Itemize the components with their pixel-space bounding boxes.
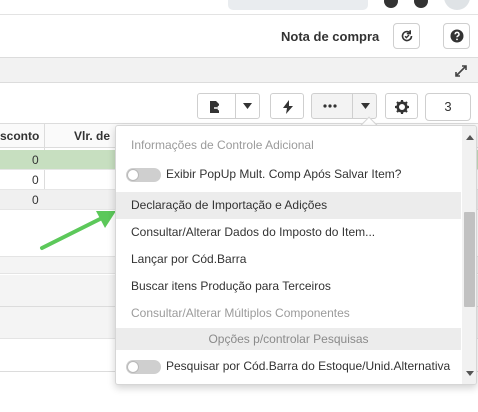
annotation-arrow-icon	[40, 211, 116, 250]
menu-item-label: Pesquisar por Cód.Barra do Estoque/Unid.…	[166, 359, 451, 373]
notification-icon[interactable]	[414, 0, 428, 8]
top-bar	[0, 0, 478, 14]
panel-strip	[0, 58, 478, 83]
help-circle-icon[interactable]	[384, 0, 398, 8]
menu-item-producao-terceiros[interactable]: Buscar itens Produção para Terceiros	[116, 273, 461, 300]
quantity-field[interactable]: 3	[425, 93, 471, 121]
cell-desconto: 0	[32, 193, 39, 207]
export-split-button[interactable]	[197, 93, 260, 119]
help-button[interactable]	[443, 23, 470, 49]
menu-item-lancar-cod-barra[interactable]: Lançar por Cód.Barra	[116, 246, 461, 273]
toggle-switch[interactable]	[126, 168, 161, 182]
more-actions-split-button[interactable]	[311, 93, 377, 119]
column-header-desconto[interactable]: sconto	[0, 129, 39, 143]
split-divider	[352, 94, 353, 118]
help-icon	[450, 29, 464, 43]
menu-item-popup-mult-comp[interactable]: Exibir PopUp Mult. Comp Após Salvar Item…	[116, 161, 461, 188]
menu-item-controle-adicional: Informações de Controle Adicional	[131, 138, 314, 152]
menu-item-dados-imposto[interactable]: Consultar/Alterar Dados do Imposto do It…	[116, 219, 461, 246]
refresh-icon	[401, 30, 413, 42]
menu-item-declaracao-importacao[interactable]: Declaração de Importação e Adições	[116, 192, 461, 219]
scroll-down-icon[interactable]	[466, 371, 474, 376]
more-actions-menu: Informações de Controle Adicional Exibir…	[115, 125, 477, 385]
menu-item-multiplos-componentes: Consultar/Alterar Múltiplos Componentes	[131, 306, 350, 320]
menu-item-label: Exibir PopUp Mult. Comp Após Salvar Item…	[166, 167, 402, 181]
menu-scrollbar[interactable]	[462, 126, 476, 384]
page-header: Nota de compra	[0, 14, 478, 58]
expand-icon[interactable]	[454, 64, 468, 78]
settings-button[interactable]	[385, 93, 418, 119]
ellipsis-icon	[323, 104, 337, 108]
cell-desconto: 0	[32, 173, 39, 187]
quick-action-button[interactable]	[270, 93, 304, 119]
page-title: Nota de compra	[281, 29, 380, 44]
scrollbar-thumb[interactable]	[464, 212, 475, 307]
lightning-icon	[283, 100, 293, 114]
export-file-icon	[210, 101, 221, 113]
column-header-vlr[interactable]: Vlr. de	[74, 129, 110, 143]
chevron-down-icon[interactable]	[243, 103, 252, 109]
chevron-down-icon[interactable]	[361, 103, 370, 109]
refresh-button[interactable]	[393, 23, 420, 49]
global-search[interactable]	[228, 0, 368, 10]
cell-desconto: 0	[32, 153, 39, 167]
toggle-switch[interactable]	[126, 360, 161, 374]
gear-icon	[395, 100, 409, 114]
grid-toolbar: 3	[0, 83, 478, 123]
avatar[interactable]	[444, 0, 470, 10]
menu-item-pesquisar-cod-barra[interactable]: Pesquisar por Cód.Barra do Estoque/Unid.…	[116, 353, 461, 380]
scroll-up-icon[interactable]	[466, 135, 474, 140]
split-divider	[235, 94, 236, 118]
menu-section-pesquisas: Opções p/controlar Pesquisas	[116, 328, 461, 350]
